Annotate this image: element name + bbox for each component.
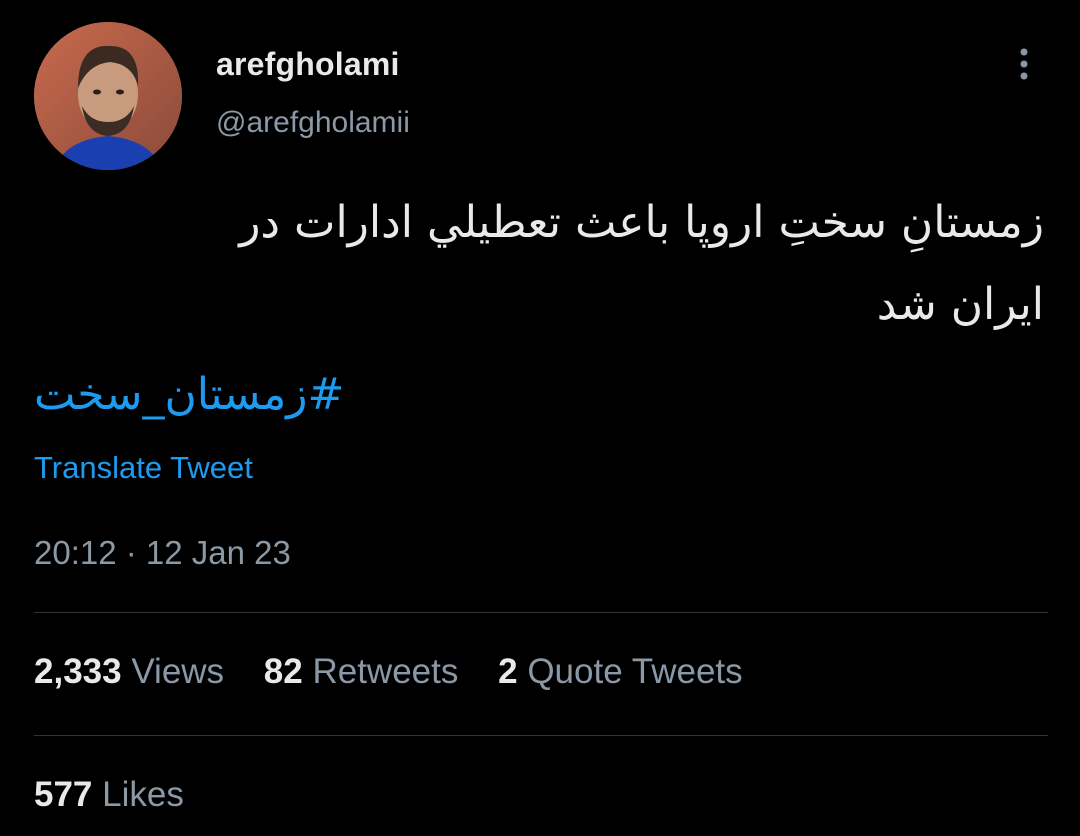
quote-tweets-stat[interactable]: 2 Quote Tweets [498, 652, 743, 692]
likes-count: 577 [34, 775, 93, 814]
quote-tweets-label: Quote Tweets [527, 652, 743, 691]
quote-tweets-count: 2 [498, 652, 518, 691]
avatar-image [34, 22, 182, 170]
user-handle[interactable]: @arefgholamii [216, 106, 410, 140]
tweet-timestamp[interactable]: 20:12 · 12 Jan 23 [34, 534, 291, 572]
retweets-count: 82 [263, 652, 303, 691]
views-count: 2,333 [34, 652, 122, 691]
tweet-text: زمستانِ سختِ اروپا باعث تعطیلي ادارات در… [44, 182, 1044, 346]
engagement-stats: 2,333 Views 82 Retweets 2 Quote Tweets [34, 652, 773, 692]
avatar[interactable] [34, 22, 182, 170]
retweets-label: Retweets [312, 652, 459, 691]
translate-tweet-link[interactable]: Translate Tweet [34, 450, 253, 486]
tweet-text-line-2: ایران شد [876, 279, 1044, 330]
more-vertical-icon [1020, 48, 1028, 80]
likes-stat[interactable]: 577 Likes [34, 775, 184, 815]
views-stat[interactable]: 2,333 Views [34, 652, 224, 692]
likes-label: Likes [102, 775, 184, 814]
divider [34, 612, 1048, 613]
tweet-text-line-1: زمستانِ سختِ اروپا باعث تعطیلي ادارات در [239, 197, 1044, 248]
divider [34, 735, 1048, 736]
views-label: Views [131, 652, 225, 691]
likes-stat-row: 577 Likes [34, 775, 214, 815]
more-options-button[interactable] [1004, 44, 1044, 88]
hashtag-link[interactable]: #زمستان_سخت [34, 360, 344, 430]
display-name[interactable]: arefgholami [216, 46, 400, 83]
retweets-stat[interactable]: 82 Retweets [264, 652, 459, 692]
